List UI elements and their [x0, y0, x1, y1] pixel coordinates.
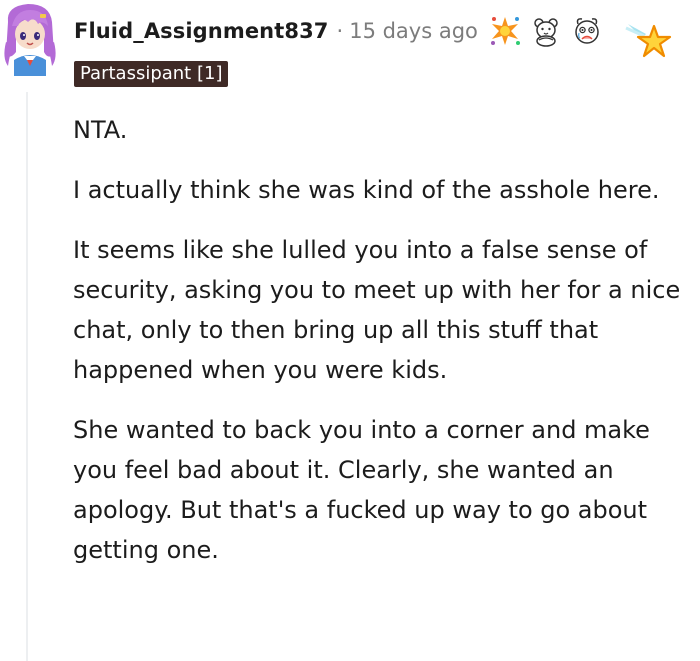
- crying-face-award-icon[interactable]: [570, 14, 604, 48]
- comment-paragraph: NTA.: [73, 116, 128, 144]
- star-award-icon[interactable]: [624, 16, 674, 66]
- meta-separator: ·: [336, 19, 344, 43]
- party-popper-award-icon[interactable]: [488, 14, 522, 48]
- user-avatar[interactable]: [0, 2, 60, 76]
- avatar-anime-girl-icon: [4, 4, 56, 76]
- comment-paragraph: She wanted to back you into a corner and…: [73, 416, 650, 564]
- thread-line[interactable]: [26, 92, 28, 661]
- comment-body: NTA. I actually think she was kind of th…: [73, 110, 683, 590]
- comment-timestamp[interactable]: 15 days ago: [349, 19, 478, 43]
- comment-paragraph: I actually think she was kind of the ass…: [73, 176, 660, 204]
- awards-list: [488, 14, 604, 48]
- comment-header: Fluid_Assignment837 · 15 days ago: [74, 14, 604, 48]
- user-flair: Partassipant [1]: [74, 61, 229, 87]
- teddy-bear-award-icon[interactable]: [529, 14, 563, 48]
- author-username[interactable]: Fluid_Assignment837: [74, 19, 329, 43]
- comment-paragraph: It seems like she lulled you into a fals…: [73, 236, 681, 384]
- comment: Fluid_Assignment837 · 15 days ago Partas…: [0, 0, 700, 661]
